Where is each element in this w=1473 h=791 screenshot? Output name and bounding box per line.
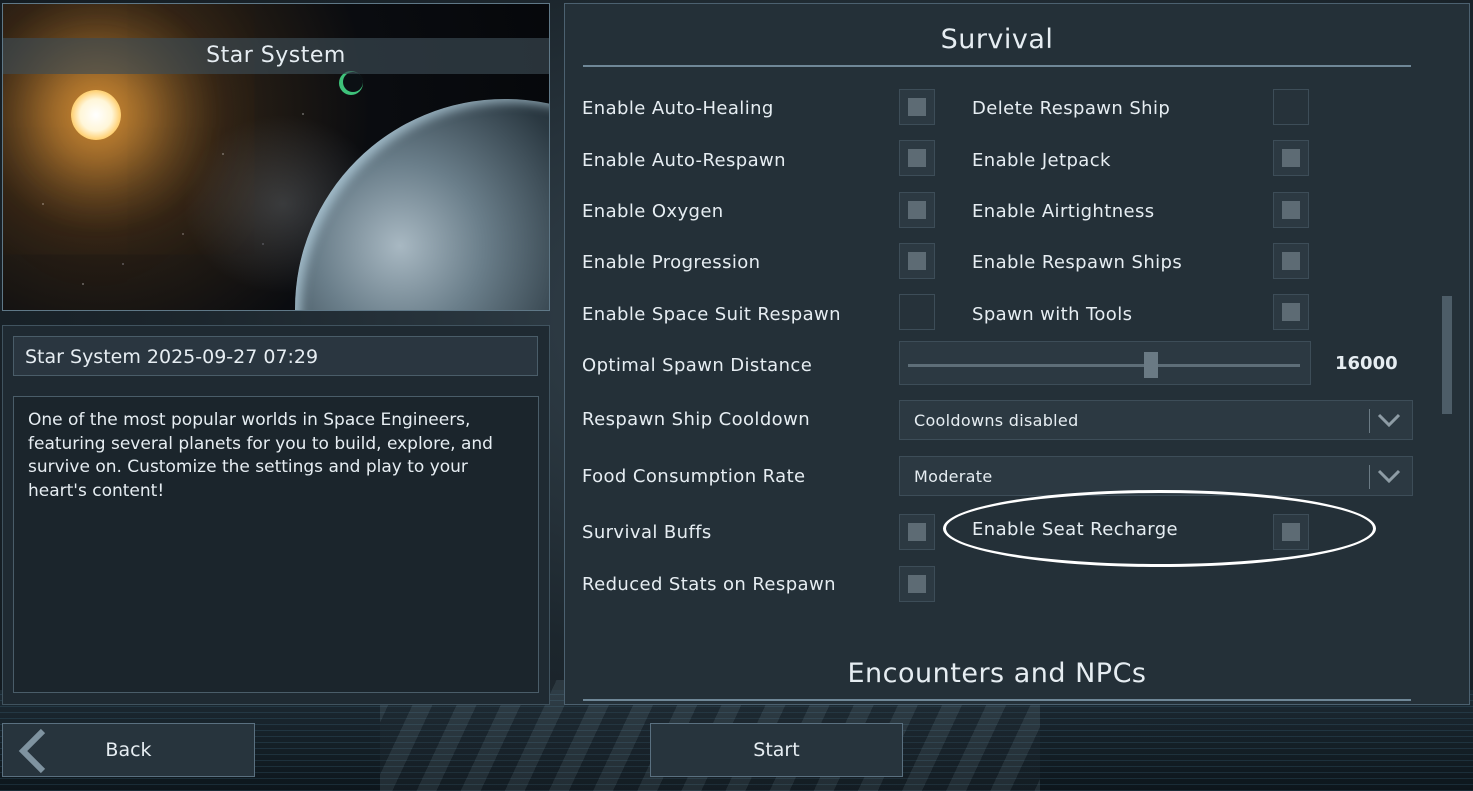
label-auto-healing: Enable Auto-Healing bbox=[582, 98, 774, 119]
start-button[interactable]: Start bbox=[650, 723, 903, 777]
section-divider bbox=[583, 699, 1411, 701]
world-preview-image: Star System bbox=[2, 3, 550, 311]
respawn-cooldown-value: Cooldowns disabled bbox=[914, 411, 1079, 430]
dropdown-separator bbox=[1369, 465, 1370, 489]
label-respawn-ship-cooldown: Respawn Ship Cooldown bbox=[582, 409, 811, 430]
dropdown-separator bbox=[1369, 409, 1370, 433]
label-delete-respawn-ship: Delete Respawn Ship bbox=[972, 98, 1171, 119]
label-reduced-stats: Reduced Stats on Respawn bbox=[582, 574, 836, 595]
section-title-encounters: Encounters and NPCs bbox=[847, 658, 1147, 689]
chevron-down-icon bbox=[1377, 469, 1401, 484]
world-name-field[interactable]: Star System 2025-09-27 07:29 bbox=[13, 336, 538, 376]
back-button-label: Back bbox=[105, 739, 152, 761]
spawn-distance-value: 16000 bbox=[1335, 353, 1398, 374]
label-airtightness: Enable Airtightness bbox=[972, 201, 1155, 222]
label-respawn-ships: Enable Respawn Ships bbox=[972, 252, 1183, 273]
checkbox-auto-respawn[interactable] bbox=[899, 140, 935, 176]
world-description[interactable]: One of the most popular worlds in Space … bbox=[13, 396, 539, 693]
spawn-distance-slider[interactable] bbox=[899, 341, 1311, 385]
checkbox-reduced-stats[interactable] bbox=[899, 566, 935, 602]
moon-image bbox=[343, 72, 363, 92]
section-title-survival: Survival bbox=[940, 24, 1054, 55]
checkbox-airtightness[interactable] bbox=[1273, 192, 1309, 228]
preview-title: Star System bbox=[3, 38, 549, 74]
section-divider bbox=[583, 65, 1411, 67]
settings-panel: Survival Enable Auto-Healing Enable Auto… bbox=[564, 3, 1470, 705]
start-button-label: Start bbox=[753, 739, 800, 761]
checkbox-survival-buffs[interactable] bbox=[899, 514, 935, 550]
respawn-cooldown-dropdown[interactable]: Cooldowns disabled bbox=[899, 400, 1413, 440]
highlight-annotation bbox=[943, 490, 1376, 567]
checkbox-auto-healing[interactable] bbox=[899, 89, 935, 125]
checkbox-jetpack[interactable] bbox=[1273, 140, 1309, 176]
slider-handle[interactable] bbox=[1144, 352, 1159, 378]
checkbox-spawn-with-tools[interactable] bbox=[1273, 294, 1309, 330]
back-button[interactable]: Back bbox=[2, 723, 255, 777]
label-survival-buffs: Survival Buffs bbox=[582, 522, 712, 543]
chevron-left-icon bbox=[18, 728, 46, 774]
label-oxygen: Enable Oxygen bbox=[582, 201, 724, 222]
slider-track bbox=[908, 364, 1300, 367]
checkbox-respawn-ships[interactable] bbox=[1273, 243, 1309, 279]
sun-image bbox=[71, 90, 121, 140]
label-progression: Enable Progression bbox=[582, 252, 761, 273]
label-optimal-spawn-distance: Optimal Spawn Distance bbox=[582, 355, 813, 376]
settings-scrollbar[interactable] bbox=[1442, 296, 1452, 414]
world-info-panel: Star System 2025-09-27 07:29 One of the … bbox=[2, 325, 550, 705]
checkbox-progression[interactable] bbox=[899, 243, 935, 279]
label-space-suit-respawn: Enable Space Suit Respawn bbox=[582, 304, 841, 325]
label-auto-respawn: Enable Auto-Respawn bbox=[582, 150, 786, 171]
checkbox-oxygen[interactable] bbox=[899, 192, 935, 228]
label-spawn-with-tools: Spawn with Tools bbox=[972, 304, 1133, 325]
chevron-down-icon bbox=[1377, 413, 1401, 428]
label-jetpack: Enable Jetpack bbox=[972, 150, 1111, 171]
label-food-consumption-rate: Food Consumption Rate bbox=[582, 466, 806, 487]
checkbox-delete-respawn-ship[interactable] bbox=[1273, 89, 1309, 125]
food-consumption-value: Moderate bbox=[914, 467, 993, 486]
checkbox-space-suit-respawn[interactable] bbox=[899, 294, 935, 330]
